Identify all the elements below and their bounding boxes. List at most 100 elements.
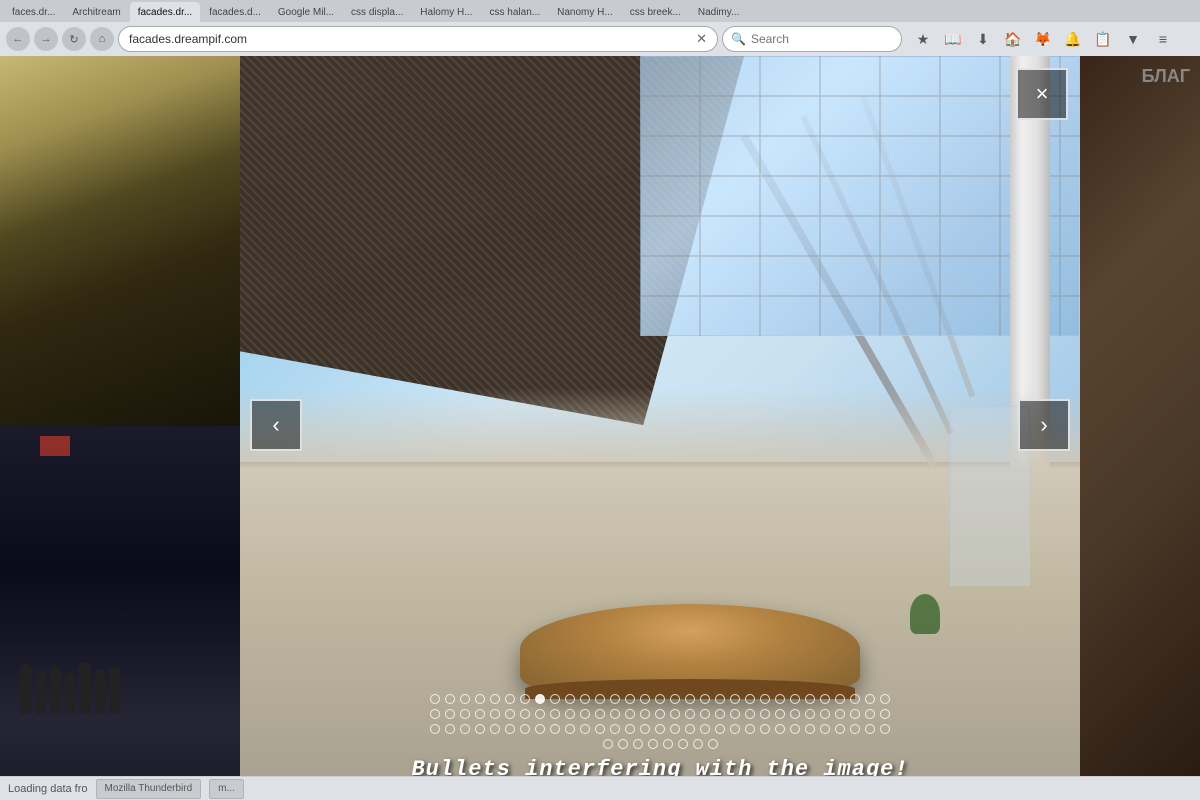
bullet-1-29[interactable] bbox=[850, 694, 860, 704]
bullet-3-18[interactable] bbox=[685, 724, 695, 734]
tab-1[interactable]: faces.dr... bbox=[4, 2, 63, 22]
bullet-2-29[interactable] bbox=[850, 709, 860, 719]
bullet-3-29[interactable] bbox=[850, 724, 860, 734]
bullet-2-31[interactable] bbox=[880, 709, 890, 719]
bullet-2-14[interactable] bbox=[625, 709, 635, 719]
bullet-2-18[interactable] bbox=[685, 709, 695, 719]
bullet-4-2[interactable] bbox=[618, 739, 628, 749]
tab-6[interactable]: css displa... bbox=[343, 2, 411, 22]
bullet-1-9[interactable] bbox=[550, 694, 560, 704]
bullet-3-12[interactable] bbox=[595, 724, 605, 734]
bullet-1-19[interactable] bbox=[700, 694, 710, 704]
next-button[interactable]: › bbox=[1018, 399, 1070, 451]
bullet-4-3[interactable] bbox=[633, 739, 643, 749]
tab-5[interactable]: Google Mil... bbox=[270, 2, 342, 22]
bullet-1-6[interactable] bbox=[505, 694, 515, 704]
bullet-3-6[interactable] bbox=[505, 724, 515, 734]
bullet-3-8[interactable] bbox=[535, 724, 545, 734]
bullet-3-3[interactable] bbox=[460, 724, 470, 734]
bullet-2-27[interactable] bbox=[820, 709, 830, 719]
bullet-1-14[interactable] bbox=[625, 694, 635, 704]
bullet-2-19[interactable] bbox=[700, 709, 710, 719]
bullet-2-11[interactable] bbox=[580, 709, 590, 719]
bullet-3-7[interactable] bbox=[520, 724, 530, 734]
bullet-3-22[interactable] bbox=[745, 724, 755, 734]
bullet-1-22[interactable] bbox=[745, 694, 755, 704]
bullet-2-13[interactable] bbox=[610, 709, 620, 719]
back-button[interactable]: ← bbox=[6, 27, 30, 51]
bullet-2-7[interactable] bbox=[520, 709, 530, 719]
bullet-1-1[interactable] bbox=[430, 694, 440, 704]
bullet-1-27[interactable] bbox=[820, 694, 830, 704]
bullet-2-3[interactable] bbox=[460, 709, 470, 719]
tab-8[interactable]: css halan... bbox=[482, 2, 549, 22]
bullet-4-5[interactable] bbox=[663, 739, 673, 749]
bullet-3-4[interactable] bbox=[475, 724, 485, 734]
address-bar[interactable]: facades.dreampif.com ✕ bbox=[118, 26, 718, 52]
bullet-1-5[interactable] bbox=[490, 694, 500, 704]
bullet-2-5[interactable] bbox=[490, 709, 500, 719]
bullet-3-31[interactable] bbox=[880, 724, 890, 734]
bullet-3-26[interactable] bbox=[805, 724, 815, 734]
clipboard-icon[interactable]: 📋 bbox=[1090, 26, 1116, 52]
bullet-2-20[interactable] bbox=[715, 709, 725, 719]
bullet-3-16[interactable] bbox=[655, 724, 665, 734]
notifications-icon[interactable]: 🔔 bbox=[1060, 26, 1086, 52]
bullet-2-24[interactable] bbox=[775, 709, 785, 719]
search-input[interactable] bbox=[751, 32, 871, 46]
bullet-1-17[interactable] bbox=[670, 694, 680, 704]
bullet-3-13[interactable] bbox=[610, 724, 620, 734]
bullet-2-30[interactable] bbox=[865, 709, 875, 719]
bullet-1-13[interactable] bbox=[610, 694, 620, 704]
bullet-3-2[interactable] bbox=[445, 724, 455, 734]
download-icon[interactable]: ⬇ bbox=[970, 26, 996, 52]
search-bar[interactable]: 🔍 bbox=[722, 26, 902, 52]
bullet-1-12[interactable] bbox=[595, 694, 605, 704]
tab-4[interactable]: facades.d... bbox=[201, 2, 269, 22]
bullet-3-25[interactable] bbox=[790, 724, 800, 734]
bullet-3-11[interactable] bbox=[580, 724, 590, 734]
tab-3-active[interactable]: facades.dr... bbox=[130, 2, 200, 22]
bullet-1-23[interactable] bbox=[760, 694, 770, 704]
bullet-2-12[interactable] bbox=[595, 709, 605, 719]
bullet-1-8[interactable] bbox=[535, 694, 545, 704]
bullet-1-20[interactable] bbox=[715, 694, 725, 704]
dropdown-icon[interactable]: ▼ bbox=[1120, 26, 1146, 52]
bullet-3-10[interactable] bbox=[565, 724, 575, 734]
bullet-3-19[interactable] bbox=[700, 724, 710, 734]
bullet-2-16[interactable] bbox=[655, 709, 665, 719]
bullet-1-24[interactable] bbox=[775, 694, 785, 704]
bullet-4-8[interactable] bbox=[708, 739, 718, 749]
bullet-2-17[interactable] bbox=[670, 709, 680, 719]
close-button[interactable]: × bbox=[1016, 68, 1068, 120]
bullet-1-16[interactable] bbox=[655, 694, 665, 704]
bullet-1-31[interactable] bbox=[880, 694, 890, 704]
tab-7[interactable]: Halomy H... bbox=[412, 2, 480, 22]
home-icon[interactable]: 🏠 bbox=[1000, 26, 1026, 52]
bullet-1-18[interactable] bbox=[685, 694, 695, 704]
bullet-2-21[interactable] bbox=[730, 709, 740, 719]
bullet-2-2[interactable] bbox=[445, 709, 455, 719]
bullet-3-17[interactable] bbox=[670, 724, 680, 734]
bullet-4-7[interactable] bbox=[693, 739, 703, 749]
bullet-1-10[interactable] bbox=[565, 694, 575, 704]
tab-9[interactable]: Nanomy H... bbox=[549, 2, 621, 22]
bookmark-icon[interactable]: ★ bbox=[910, 26, 936, 52]
bullet-3-20[interactable] bbox=[715, 724, 725, 734]
bullet-1-3[interactable] bbox=[460, 694, 470, 704]
prev-button[interactable]: ‹ bbox=[250, 399, 302, 451]
bullet-1-26[interactable] bbox=[805, 694, 815, 704]
bullet-2-9[interactable] bbox=[550, 709, 560, 719]
bullet-3-30[interactable] bbox=[865, 724, 875, 734]
bullet-4-6[interactable] bbox=[678, 739, 688, 749]
taskbar-item-1[interactable]: Mozilla Thunderbird bbox=[96, 779, 202, 799]
bullet-3-14[interactable] bbox=[625, 724, 635, 734]
privacy-icon[interactable]: 🦊 bbox=[1030, 26, 1056, 52]
refresh-button[interactable]: ↻ bbox=[62, 27, 86, 51]
bullet-3-23[interactable] bbox=[760, 724, 770, 734]
bullet-1-21[interactable] bbox=[730, 694, 740, 704]
bullet-1-2[interactable] bbox=[445, 694, 455, 704]
bullet-2-25[interactable] bbox=[790, 709, 800, 719]
bullet-3-28[interactable] bbox=[835, 724, 845, 734]
bullet-3-27[interactable] bbox=[820, 724, 830, 734]
